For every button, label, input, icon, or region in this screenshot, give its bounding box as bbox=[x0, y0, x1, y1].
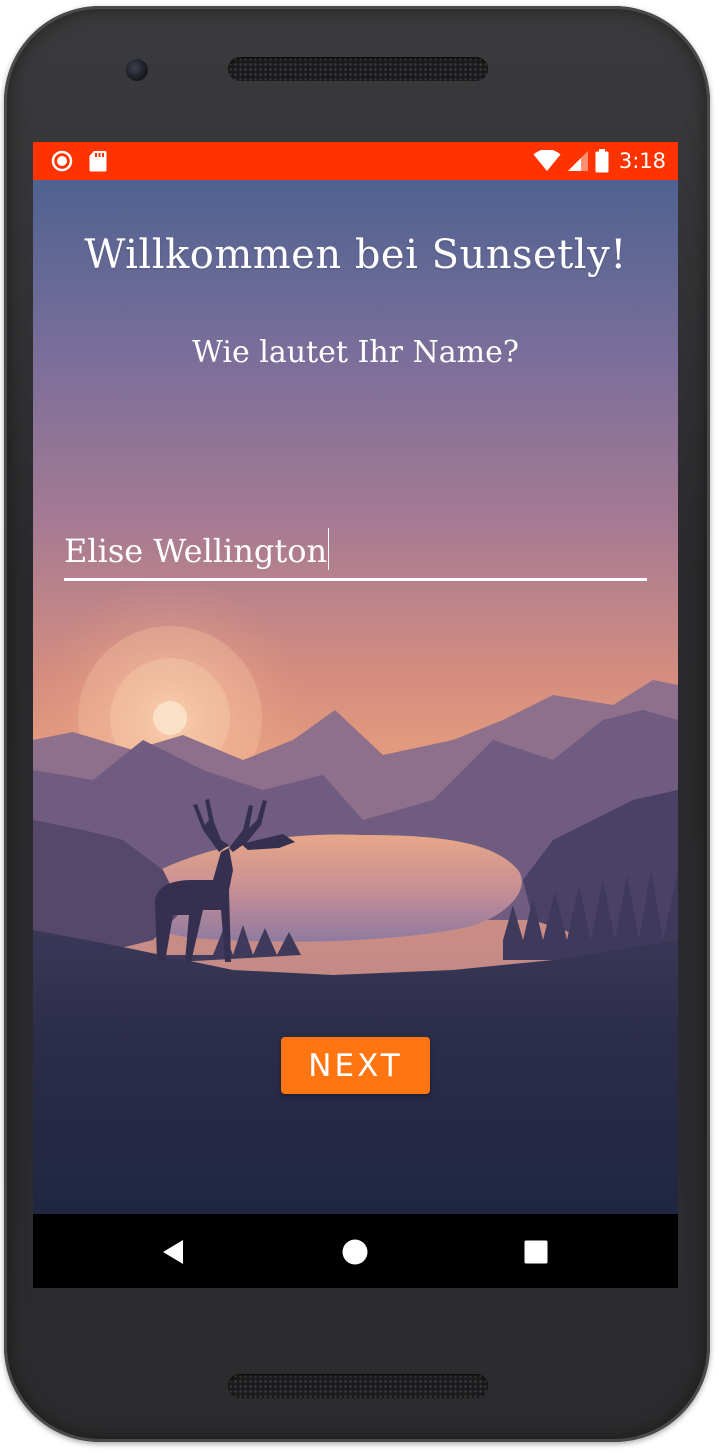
back-icon[interactable] bbox=[161, 1239, 187, 1265]
text-cursor bbox=[328, 528, 330, 570]
status-time: 3:18 bbox=[618, 149, 666, 173]
earpiece-speaker bbox=[228, 57, 488, 81]
name-input-text: Elise Wellington bbox=[64, 532, 328, 570]
battery-icon bbox=[595, 149, 609, 173]
home-icon[interactable] bbox=[342, 1239, 368, 1265]
front-camera bbox=[126, 59, 148, 81]
welcome-title: Willkommen bei Sunsetly! bbox=[84, 232, 627, 278]
welcome-screen: Willkommen bei Sunsetly! Wie lautet Ihr … bbox=[33, 180, 678, 1214]
cell-signal-icon bbox=[567, 151, 588, 171]
record-icon bbox=[51, 150, 73, 172]
recents-icon[interactable] bbox=[524, 1240, 548, 1264]
sd-card-icon bbox=[89, 151, 107, 172]
status-right-group: 3:18 bbox=[533, 142, 666, 180]
bottom-speaker bbox=[228, 1374, 488, 1398]
name-input-field[interactable]: Elise Wellington bbox=[64, 518, 647, 581]
navigation-bar bbox=[33, 1214, 678, 1288]
next-button[interactable]: NEXT bbox=[281, 1037, 430, 1094]
name-question: Wie lautet Ihr Name? bbox=[192, 335, 519, 370]
device-screen: 3:18 Willkommen bei Sunsetly! Wie lautet… bbox=[33, 142, 678, 1288]
wifi-icon bbox=[533, 150, 561, 171]
status-bar: 3:18 bbox=[33, 142, 678, 180]
name-input-value[interactable]: Elise Wellington bbox=[64, 528, 330, 570]
